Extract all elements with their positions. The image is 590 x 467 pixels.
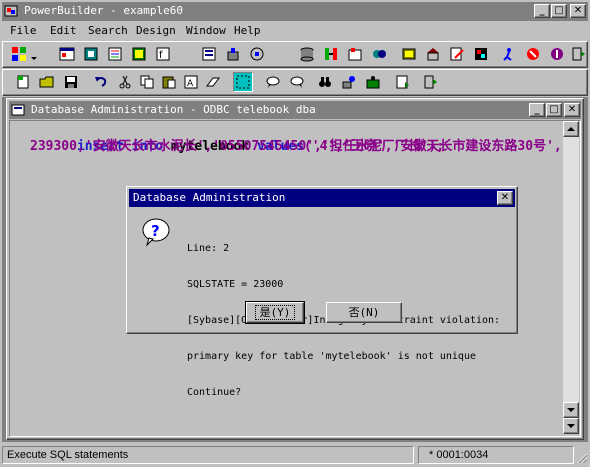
uncomment-icon[interactable] [287,72,307,92]
close-button[interactable]: ✕ [570,4,586,18]
function-icon[interactable]: f [153,44,173,64]
child-maximize-button[interactable]: □ [546,103,562,117]
size-grip-icon[interactable] [576,452,588,464]
selection-toggle-icon[interactable] [233,72,253,92]
eraser-icon[interactable] [203,72,223,92]
close-painter-icon[interactable] [421,72,441,92]
dialog-sqlstate: SQLSTATE = 23000 [187,279,284,290]
data-pipeline-icon[interactable] [321,44,341,64]
status-message: Execute SQL statements [7,449,129,461]
dialog-close-button[interactable]: ✕ [497,191,513,205]
status-bar: Execute SQL statements * 0001:0034 [0,444,590,466]
copy-icon[interactable] [137,72,157,92]
project-icon[interactable] [223,44,243,64]
comment-icon[interactable] [263,72,283,92]
menu-window[interactable]: Window [182,22,230,40]
menu-bar: File Edit Search Design Window Help [2,22,588,40]
cut-icon[interactable] [115,72,135,92]
status-message-panel: Execute SQL statements [2,446,414,464]
dialog-title-bar: Database Administration [129,189,515,207]
datawindow-icon[interactable] [369,44,389,64]
edit-icon[interactable] [447,44,467,64]
help-icon[interactable] [547,44,567,64]
exit-icon[interactable] [569,44,589,64]
menu-design[interactable]: Design [132,22,180,40]
run-window-icon[interactable] [247,44,267,64]
svg-text:A: A [187,79,194,89]
yes-button-label: 是(Y) [254,305,296,320]
child-window-title: Database Administration - ODBC telebook … [31,103,316,116]
child-close-button[interactable]: ✕ [564,103,580,117]
menu-edit[interactable]: Edit [46,22,81,40]
dialog-line-label: Line: 2 [187,243,230,254]
error-dialog: Database Administration ✕ ? Line: 2 SQLS… [126,186,518,398]
application-painter-icon[interactable] [9,44,29,64]
undo-icon[interactable] [91,72,111,92]
child-minimize-button[interactable]: _ [529,103,545,117]
explain-sql-icon[interactable] [393,72,413,92]
sql-painter-icon[interactable] [11,103,26,117]
menu-help[interactable]: Help [230,22,265,40]
execute-sql-icon[interactable] [363,72,383,92]
select-all-icon[interactable]: A [181,72,201,92]
svg-text:f: f [159,50,163,61]
structure-icon[interactable] [129,44,149,64]
run-icon[interactable] [499,44,519,64]
database-icon[interactable] [297,44,317,64]
menu-search[interactable]: Search [84,22,132,40]
child-window-title-bar: Database Administration - ODBC telebook … [9,101,581,119]
window-painter-icon[interactable] [57,44,77,64]
svg-text:?: ? [151,222,160,240]
stop-icon[interactable] [523,44,543,64]
vertical-scrollbar[interactable] [563,121,579,434]
browser-icon[interactable] [423,44,443,64]
yes-button[interactable]: 是(Y) [245,301,305,324]
app-title-bar: PowerBuilder - example60 [2,2,588,21]
app-icon[interactable] [4,4,19,18]
toolbar-secondary: A [2,69,588,96]
open-icon[interactable] [37,72,57,92]
scroll-up-button[interactable] [563,121,579,137]
toolbar-primary: f [2,41,588,68]
user-object-icon[interactable] [81,44,101,64]
question-icon: ? [141,217,171,247]
save-icon[interactable] [61,72,81,92]
dialog-message-2: primary key for table 'mytelebook' is no… [187,351,476,362]
no-button-label: 否(N) [348,306,380,319]
dialog-title: Database Administration [133,191,286,204]
replace-icon[interactable] [339,72,359,92]
new-icon[interactable] [13,72,33,92]
paste-icon[interactable] [159,72,179,92]
maximize-button[interactable]: □ [551,4,567,18]
colors-icon[interactable] [471,44,491,64]
query-icon[interactable] [345,44,365,64]
library-icon[interactable] [199,44,219,64]
app-title: PowerBuilder - example60 [24,4,183,17]
no-button[interactable]: 否(N) [326,302,402,323]
dialog-message-3: Continue? [187,387,242,398]
scroll-corner [563,418,579,434]
menu-painter-icon[interactable] [105,44,125,64]
debug-icon[interactable] [399,44,419,64]
minimize-button[interactable]: _ [534,4,550,18]
menu-file[interactable]: File [6,22,41,40]
status-position-panel: * 0001:0034 [418,446,574,464]
scroll-down-button[interactable] [563,402,579,418]
dropdown-arrow-icon[interactable] [31,51,37,60]
find-icon[interactable] [315,72,335,92]
status-position: * 0001:0034 [429,449,489,461]
sql-line-2: 239300,'安徽天长市水泥长','05507545450','担任水泥厂厂长… [30,139,445,154]
